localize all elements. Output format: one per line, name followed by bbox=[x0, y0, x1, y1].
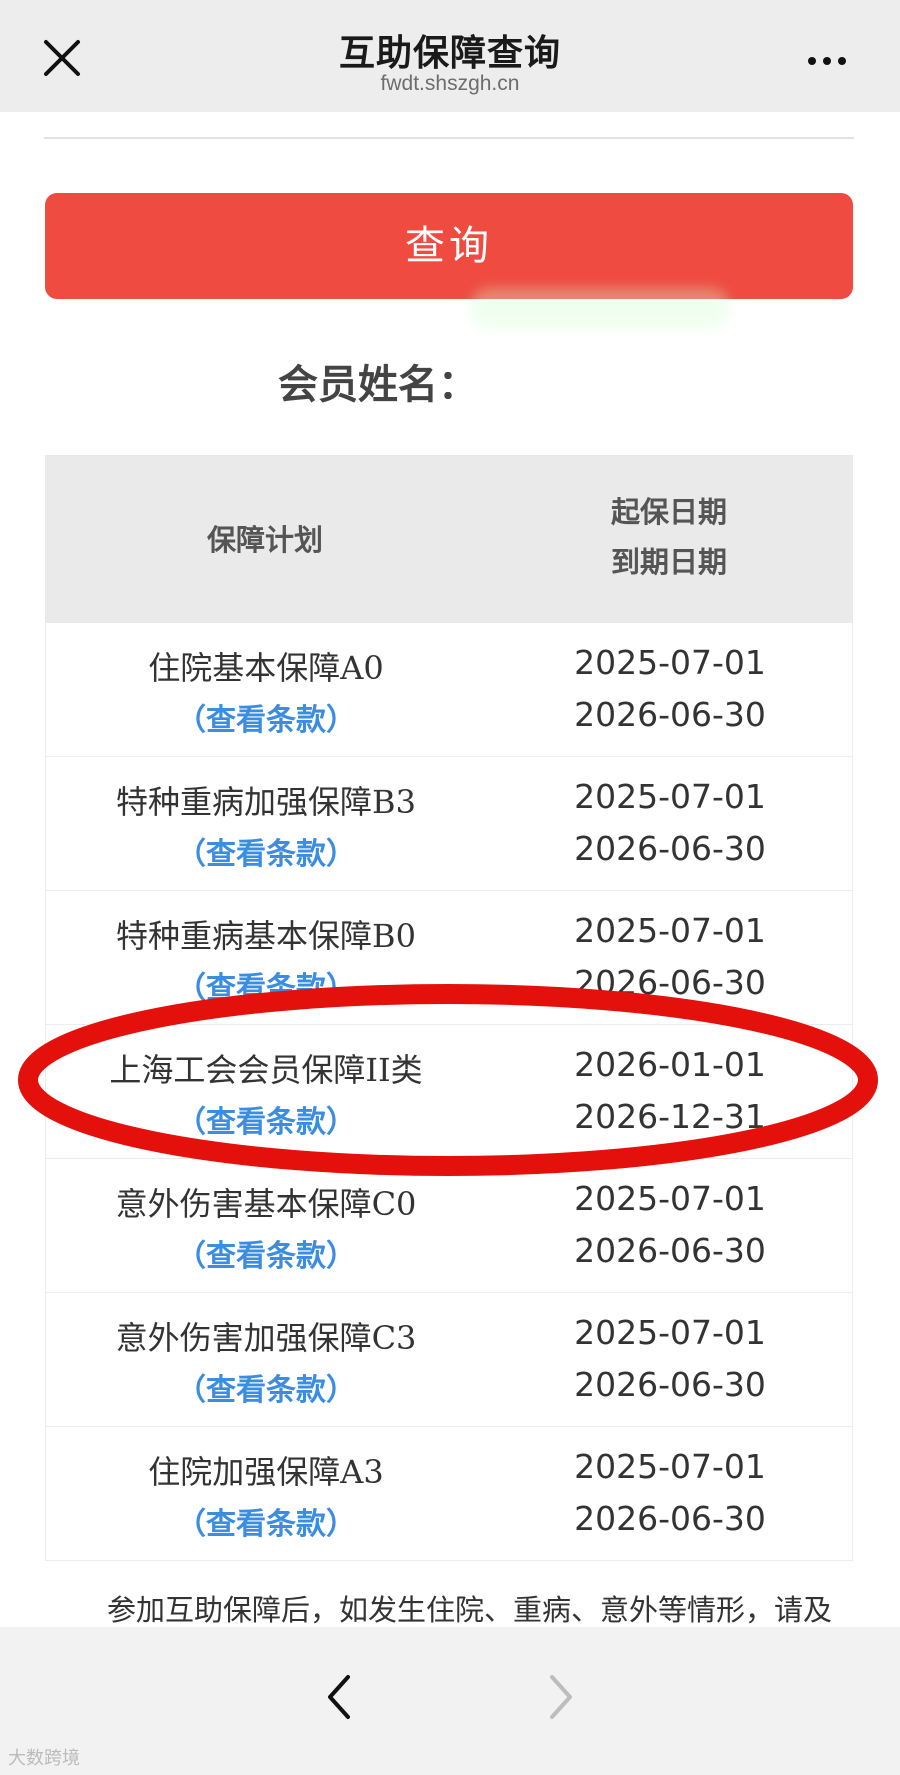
plan-name: 意外伤害加强保障C3 bbox=[115, 1319, 417, 1357]
highlight-glow bbox=[470, 288, 730, 328]
header-plan: 保障计划 bbox=[206, 523, 323, 557]
view-terms-link[interactable]: （查看条款） bbox=[46, 695, 486, 739]
chevron-left-icon bbox=[328, 1675, 350, 1719]
table-row: 特种重病基本保障B0 （查看条款） 2025-07-01 2026-06-30 bbox=[45, 891, 853, 1025]
view-terms-link[interactable]: （查看条款） bbox=[46, 1097, 486, 1141]
plan-name: 住院基本保障A0 bbox=[148, 649, 384, 687]
bottom-nav-bar bbox=[0, 1627, 900, 1775]
end-date: 2026-06-30 bbox=[574, 1499, 766, 1538]
back-button[interactable] bbox=[318, 1667, 358, 1727]
view-terms-link[interactable]: （查看条款） bbox=[46, 1231, 486, 1275]
start-date: 2025-07-01 bbox=[574, 777, 766, 816]
plan-name: 特种重病基本保障B0 bbox=[116, 917, 416, 955]
end-date: 2026-06-30 bbox=[574, 963, 766, 1002]
header-dates: 起保日期 到期日期 bbox=[485, 487, 853, 587]
start-date: 2025-07-01 bbox=[574, 1447, 766, 1486]
header-start-date: 起保日期 bbox=[610, 495, 727, 529]
top-nav-bar: 互助保障查询 fwdt.shszgh.cn bbox=[0, 0, 900, 112]
divider bbox=[44, 137, 854, 139]
query-button[interactable]: 查询 bbox=[45, 193, 853, 299]
more-options-button[interactable] bbox=[808, 50, 858, 70]
end-date: 2026-06-30 bbox=[574, 695, 766, 734]
member-name-label: 会员姓名： bbox=[278, 362, 478, 408]
end-date: 2026-06-30 bbox=[574, 829, 766, 868]
more-dots-icon bbox=[808, 57, 816, 65]
page-title: 互助保障查询 bbox=[338, 33, 561, 74]
plan-name: 特种重病加强保障B3 bbox=[116, 783, 416, 821]
forward-button[interactable] bbox=[542, 1667, 582, 1727]
plan-name: 意外伤害基本保障C0 bbox=[115, 1185, 417, 1223]
chevron-right-icon bbox=[550, 1675, 572, 1719]
header-end-date: 到期日期 bbox=[610, 545, 727, 579]
view-terms-link[interactable]: （查看条款） bbox=[46, 1365, 486, 1409]
start-date: 2025-07-01 bbox=[574, 1313, 766, 1352]
coverage-table: 保障计划 起保日期 到期日期 住院基本保障A0 （查看条款） 2025-07-0… bbox=[45, 455, 853, 1561]
table-row: 住院基本保障A0 （查看条款） 2025-07-01 2026-06-30 bbox=[45, 623, 853, 757]
view-terms-link[interactable]: （查看条款） bbox=[46, 963, 486, 1007]
watermark: 大数跨境 bbox=[8, 1748, 80, 1769]
end-date: 2026-12-31 bbox=[574, 1097, 766, 1136]
table-row: 住院加强保障A3 （查看条款） 2025-07-01 2026-06-30 bbox=[45, 1427, 853, 1561]
table-row: 意外伤害基本保障C0 （查看条款） 2025-07-01 2026-06-30 bbox=[45, 1159, 853, 1293]
view-terms-link[interactable]: （查看条款） bbox=[46, 1499, 486, 1543]
view-terms-link[interactable]: （查看条款） bbox=[46, 829, 486, 873]
plan-name: 住院加强保障A3 bbox=[148, 1453, 384, 1491]
table-row-highlighted: 上海工会会员保障II类 （查看条款） 2026-01-01 2026-12-31 bbox=[45, 1025, 853, 1159]
table-row: 特种重病加强保障B3 （查看条款） 2025-07-01 2026-06-30 bbox=[45, 757, 853, 891]
page-url: fwdt.shszgh.cn bbox=[380, 72, 520, 95]
start-date: 2025-07-01 bbox=[574, 1179, 766, 1218]
end-date: 2026-06-30 bbox=[574, 1231, 766, 1270]
table-row: 意外伤害加强保障C3 （查看条款） 2025-07-01 2026-06-30 bbox=[45, 1293, 853, 1427]
table-header: 保障计划 起保日期 到期日期 bbox=[45, 455, 853, 623]
start-date: 2025-07-01 bbox=[574, 911, 766, 950]
start-date: 2025-07-01 bbox=[574, 643, 766, 682]
start-date: 2026-01-01 bbox=[574, 1045, 766, 1084]
plan-name: 上海工会会员保障II类 bbox=[109, 1051, 423, 1089]
end-date: 2026-06-30 bbox=[574, 1365, 766, 1404]
